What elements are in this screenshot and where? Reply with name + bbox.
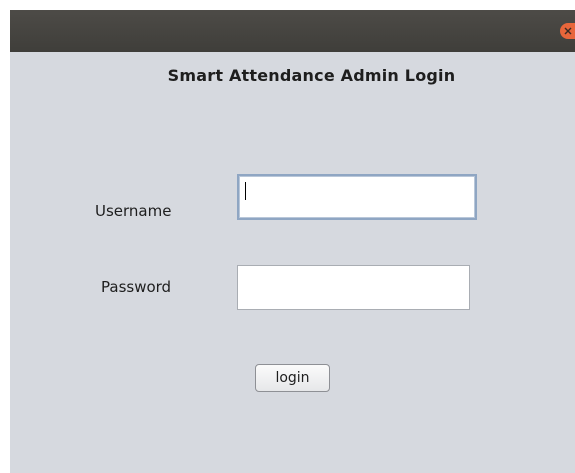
text-caret xyxy=(245,182,246,200)
login-button[interactable]: login xyxy=(255,364,330,392)
window-titlebar[interactable] xyxy=(10,10,575,52)
username-label: Username xyxy=(95,202,172,220)
password-label: Password xyxy=(101,278,172,296)
password-field[interactable] xyxy=(237,265,470,310)
login-heading: Smart Attendance Admin Login xyxy=(167,66,456,85)
username-field[interactable] xyxy=(237,174,477,220)
window-close-button[interactable] xyxy=(560,23,575,39)
close-icon xyxy=(564,27,572,35)
login-window: Smart Attendance Admin Login Username Pa… xyxy=(10,10,575,473)
